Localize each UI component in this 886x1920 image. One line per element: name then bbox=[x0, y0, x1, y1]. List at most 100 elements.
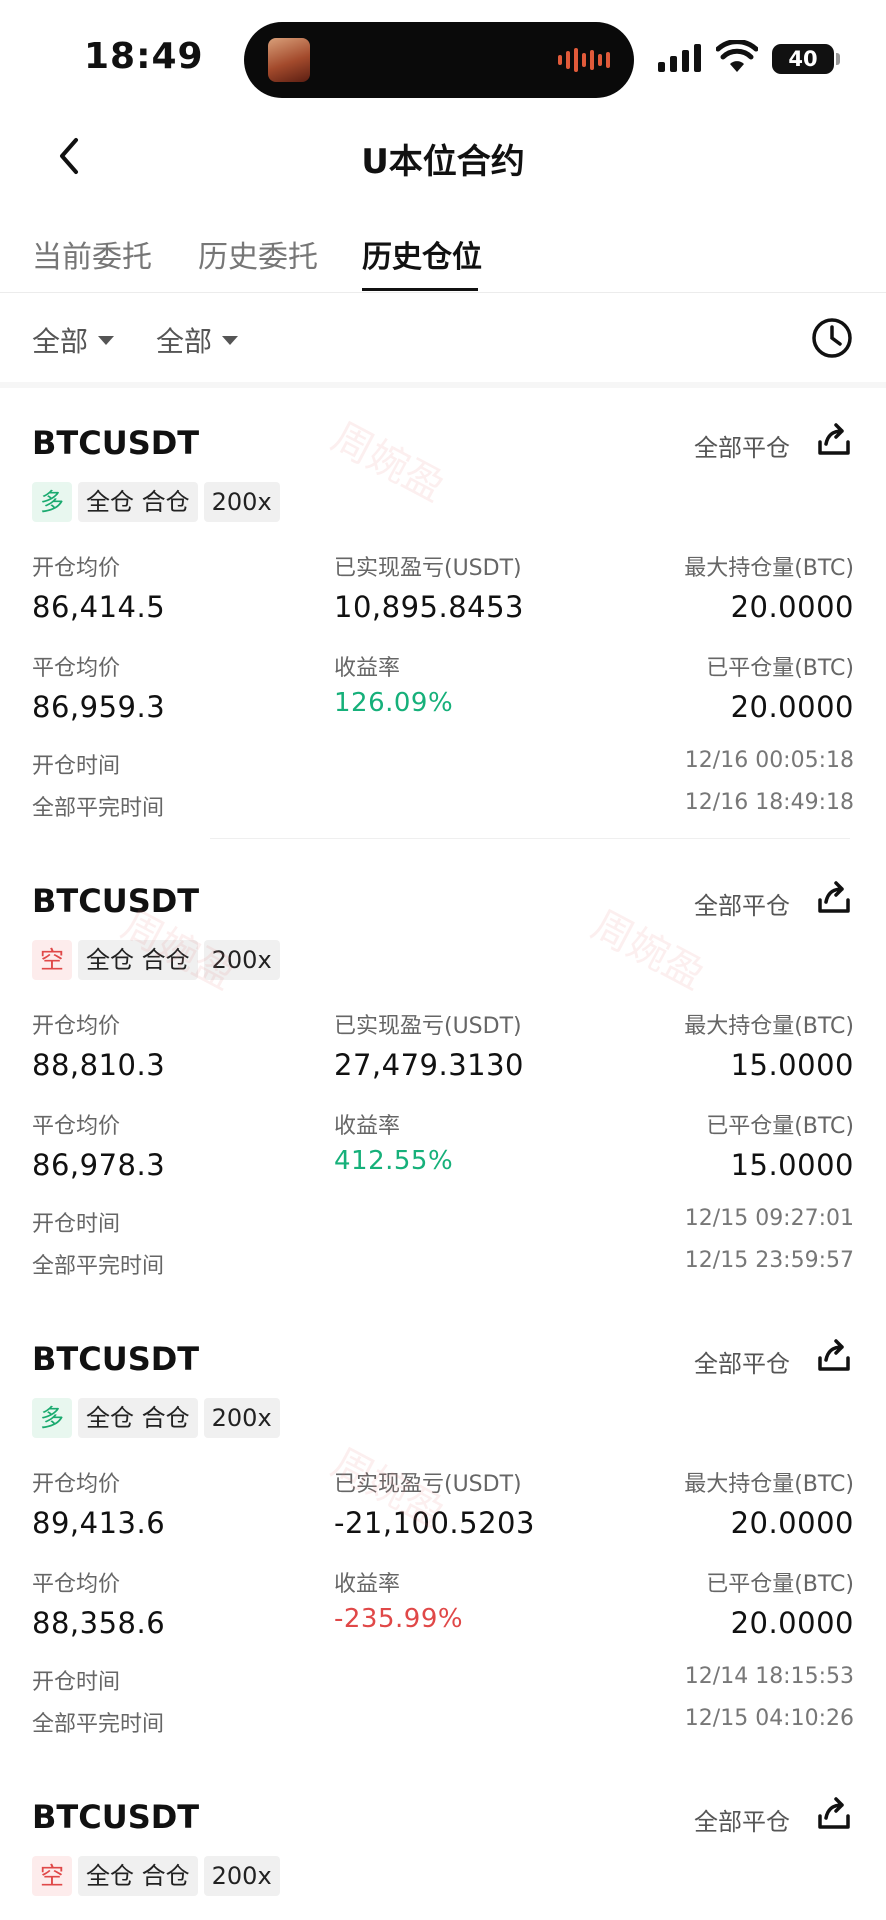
caret-down-icon bbox=[222, 335, 239, 345]
position-card: BTCUSDT 全部平仓 多 全仓 合仓 200x 开仓均价 已实现盈亏(USD… bbox=[0, 400, 886, 840]
status-time: 18:49 bbox=[84, 36, 204, 77]
position-symbol: BTCUSDT bbox=[32, 1340, 200, 1378]
leverage-badge: 200x bbox=[203, 1856, 280, 1896]
close-avg-label: 平仓均价 bbox=[32, 1114, 121, 1139]
leverage-badge: 200x bbox=[203, 482, 280, 522]
open-avg-label: 开仓均价 bbox=[32, 1014, 121, 1039]
position-tags: 多 全仓 合仓 200x bbox=[32, 482, 280, 522]
status-bar: 18:49 40 bbox=[0, 0, 886, 110]
tab-position-history[interactable]: 历史仓位 bbox=[362, 232, 482, 276]
position-tags: 多 全仓 合仓 200x bbox=[32, 1398, 280, 1438]
return-rate-label: 收益率 bbox=[334, 1114, 401, 1139]
leverage-badge: 200x bbox=[203, 1398, 280, 1438]
realized-pnl-label: 已实现盈亏(USDT) bbox=[334, 1014, 522, 1039]
filter-row: 全部 全部 bbox=[0, 310, 886, 380]
side-badge: 多 bbox=[32, 1398, 72, 1438]
clock-history-icon[interactable] bbox=[810, 316, 854, 360]
now-playing-artwork bbox=[268, 38, 310, 82]
realized-pnl-value: -21,100.5203 bbox=[334, 1506, 535, 1540]
full-close-time-value: 12/16 18:49:18 bbox=[684, 790, 854, 815]
nav-header: U本位合约 bbox=[0, 120, 886, 192]
full-close-time-label: 全部平完时间 bbox=[32, 1712, 165, 1737]
tab-order-history[interactable]: 历史委托 bbox=[198, 232, 318, 276]
audio-waveform-icon bbox=[558, 48, 610, 72]
battery-cap bbox=[836, 53, 840, 65]
close-avg-value: 88,358.6 bbox=[32, 1606, 166, 1640]
closed-qty-value: 20.0000 bbox=[730, 1606, 854, 1640]
active-tab-indicator bbox=[362, 288, 478, 291]
share-icon[interactable] bbox=[816, 880, 852, 916]
return-rate-value: -235.99% bbox=[334, 1604, 464, 1634]
full-close-time-value: 12/15 04:10:26 bbox=[684, 1706, 854, 1731]
close-all-button[interactable]: 全部平仓 bbox=[694, 428, 790, 463]
open-avg-label: 开仓均价 bbox=[32, 556, 121, 581]
side-badge: 多 bbox=[32, 482, 72, 522]
position-tags: 空 全仓 合仓 200x bbox=[32, 940, 280, 980]
wifi-icon bbox=[716, 40, 758, 72]
return-rate-value: 126.09% bbox=[334, 688, 454, 718]
open-avg-value: 89,413.6 bbox=[32, 1506, 166, 1540]
side-badge: 空 bbox=[32, 940, 72, 980]
close-avg-value: 86,959.3 bbox=[32, 690, 166, 724]
open-time-label: 开仓时间 bbox=[32, 1670, 121, 1695]
margin-mode-badge: 全仓 合仓 bbox=[78, 482, 198, 522]
cellular-signal-icon bbox=[658, 42, 701, 72]
closed-qty-label: 已平仓量(BTC) bbox=[706, 1114, 854, 1139]
open-time-value: 12/16 00:05:18 bbox=[684, 748, 854, 773]
close-all-button[interactable]: 全部平仓 bbox=[694, 886, 790, 921]
filter-dropdown-2-label: 全部 bbox=[156, 325, 213, 358]
closed-qty-label: 已平仓量(BTC) bbox=[706, 656, 854, 681]
share-icon[interactable] bbox=[816, 422, 852, 458]
watermark: 周婉盈 bbox=[324, 414, 452, 512]
battery-icon: 40 bbox=[772, 44, 834, 74]
close-avg-value: 86,978.3 bbox=[32, 1148, 166, 1182]
margin-mode-badge: 全仓 合仓 bbox=[78, 1856, 198, 1896]
max-position-label: 最大持仓量(BTC) bbox=[684, 1014, 854, 1039]
closed-qty-label: 已平仓量(BTC) bbox=[706, 1572, 854, 1597]
position-symbol: BTCUSDT bbox=[32, 1798, 200, 1836]
open-time-label: 开仓时间 bbox=[32, 754, 121, 779]
return-rate-value: 412.55% bbox=[334, 1146, 454, 1176]
position-symbol: BTCUSDT bbox=[32, 424, 200, 462]
filter-dropdown-1[interactable]: 全部 bbox=[32, 320, 115, 360]
realized-pnl-value: 10,895.8453 bbox=[334, 590, 524, 624]
tab-current-orders[interactable]: 当前委托 bbox=[32, 232, 152, 276]
position-card: BTCUSDT 全部平仓 多 全仓 合仓 200x 开仓均价 已实现盈亏(USD… bbox=[0, 1316, 886, 1756]
share-icon[interactable] bbox=[816, 1796, 852, 1832]
margin-mode-badge: 全仓 合仓 bbox=[78, 940, 198, 980]
realized-pnl-label: 已实现盈亏(USDT) bbox=[334, 1472, 522, 1497]
open-avg-value: 88,810.3 bbox=[32, 1048, 166, 1082]
position-symbol: BTCUSDT bbox=[32, 882, 200, 920]
max-position-value: 15.0000 bbox=[730, 1048, 854, 1082]
full-close-time-label: 全部平完时间 bbox=[32, 796, 165, 821]
close-all-button[interactable]: 全部平仓 bbox=[694, 1802, 790, 1837]
closed-qty-value: 20.0000 bbox=[730, 690, 854, 724]
caret-down-icon bbox=[98, 335, 115, 345]
close-avg-label: 平仓均价 bbox=[32, 1572, 121, 1597]
max-position-value: 20.0000 bbox=[730, 1506, 854, 1540]
share-icon[interactable] bbox=[816, 1338, 852, 1374]
position-card: BTCUSDT 全部平仓 空 全仓 合仓 200x bbox=[0, 1774, 886, 1920]
section-divider bbox=[0, 382, 886, 388]
open-time-value: 12/15 09:27:01 bbox=[684, 1206, 854, 1231]
max-position-value: 20.0000 bbox=[730, 590, 854, 624]
leverage-badge: 200x bbox=[203, 940, 280, 980]
filter-dropdown-2[interactable]: 全部 bbox=[156, 320, 239, 360]
position-tags: 空 全仓 合仓 200x bbox=[32, 1856, 280, 1896]
closed-qty-value: 15.0000 bbox=[730, 1148, 854, 1182]
max-position-label: 最大持仓量(BTC) bbox=[684, 1472, 854, 1497]
tab-bar: 当前委托 历史委托 历史仓位 bbox=[0, 220, 886, 293]
open-time-label: 开仓时间 bbox=[32, 1212, 121, 1237]
battery-level: 40 bbox=[788, 47, 818, 71]
card-divider bbox=[210, 838, 850, 839]
page-title: U本位合约 bbox=[361, 142, 525, 182]
close-avg-label: 平仓均价 bbox=[32, 656, 121, 681]
full-close-time-label: 全部平完时间 bbox=[32, 1254, 165, 1279]
side-badge: 空 bbox=[32, 1856, 72, 1896]
position-card: BTCUSDT 全部平仓 空 全仓 合仓 200x 开仓均价 已实现盈亏(USD… bbox=[0, 858, 886, 1298]
open-avg-value: 86,414.5 bbox=[32, 590, 166, 624]
max-position-label: 最大持仓量(BTC) bbox=[684, 556, 854, 581]
dynamic-island[interactable] bbox=[244, 22, 634, 98]
margin-mode-badge: 全仓 合仓 bbox=[78, 1398, 198, 1438]
close-all-button[interactable]: 全部平仓 bbox=[694, 1344, 790, 1379]
